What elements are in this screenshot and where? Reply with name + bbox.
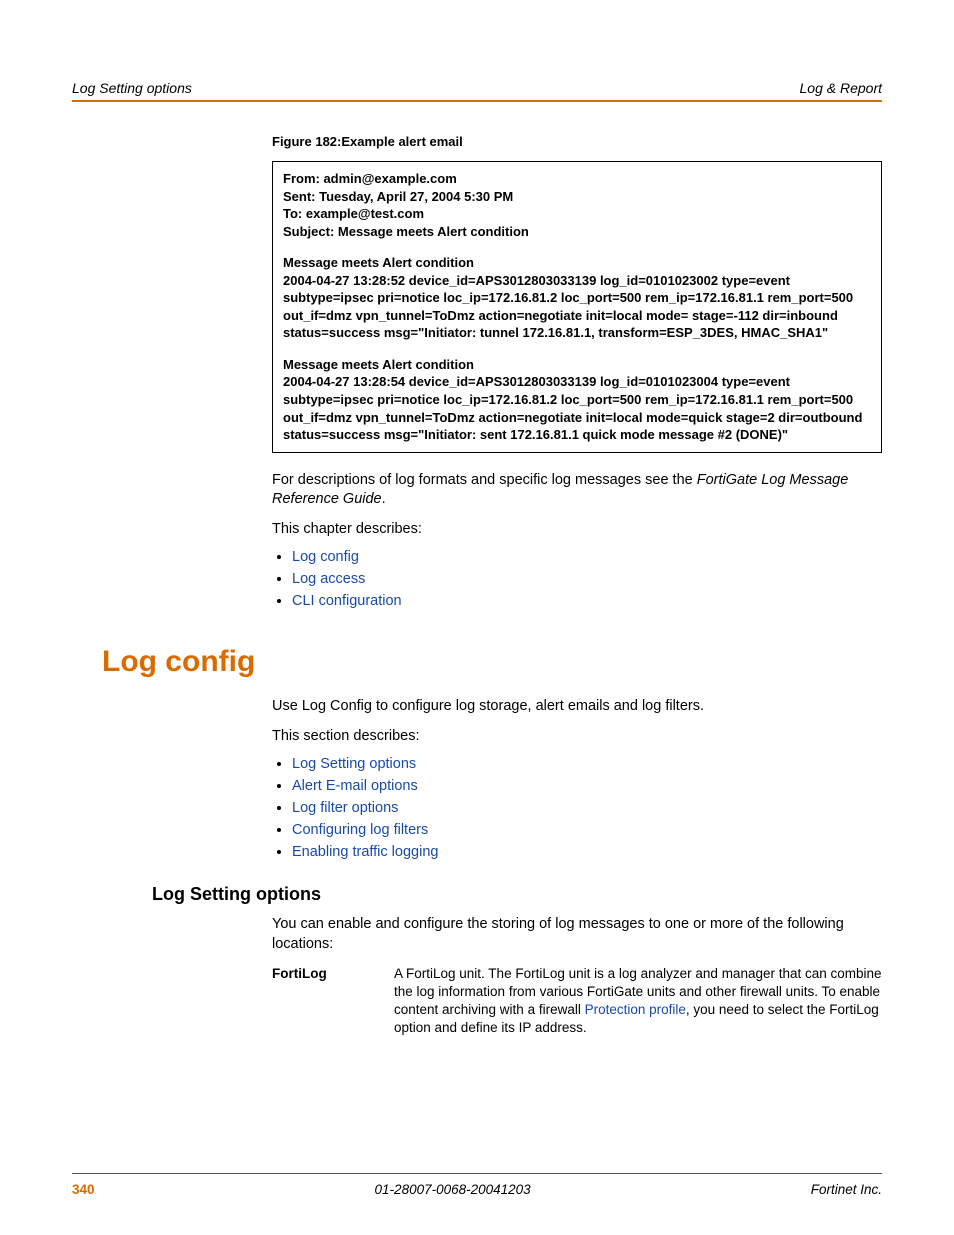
email-body-line: 2004-04-27 13:28:54 device_id=APS3012803…	[283, 373, 871, 443]
email-body-line: Message meets Alert condition	[283, 356, 871, 374]
main-content: Figure 182:Example alert email From: adm…	[272, 134, 882, 609]
list-item: Configuring log filters	[292, 822, 882, 838]
list-item: Log config	[292, 549, 882, 565]
list-item: Alert E-mail options	[292, 778, 882, 794]
link-log-access[interactable]: Log access	[292, 571, 365, 587]
list-item: Log filter options	[292, 800, 882, 816]
subsection-content: You can enable and configure the storing…	[272, 915, 882, 954]
email-sent: Sent: Tuesday, April 27, 2004 5:30 PM	[283, 188, 871, 206]
paragraph: This section describes:	[272, 727, 882, 747]
definition-row: FortiLog A FortiLog unit. The FortiLog u…	[272, 965, 882, 1038]
link-log-filter-options[interactable]: Log filter options	[292, 800, 398, 816]
running-header: Log Setting options Log & Report	[72, 80, 882, 102]
paragraph: This chapter describes:	[272, 520, 882, 540]
email-from: From: admin@example.com	[283, 170, 871, 188]
email-subject: Subject: Message meets Alert condition	[283, 223, 871, 241]
link-cli-configuration[interactable]: CLI configuration	[292, 593, 402, 609]
list-item: Log access	[292, 571, 882, 587]
email-to: To: example@test.com	[283, 205, 871, 223]
header-right: Log & Report	[800, 80, 883, 96]
subsection-heading-log-setting-options: Log Setting options	[152, 884, 882, 905]
link-list: Log Setting options Alert E-mail options…	[272, 756, 882, 860]
list-item: Log Setting options	[292, 756, 882, 772]
company-name: Fortinet Inc.	[811, 1182, 882, 1197]
section-content: Use Log Config to configure log storage,…	[272, 697, 882, 860]
section-heading-log-config: Log config	[102, 645, 882, 679]
email-body-line: 2004-04-27 13:28:52 device_id=APS3012803…	[283, 272, 871, 342]
definition-description: A FortiLog unit. The FortiLog unit is a …	[394, 965, 882, 1038]
list-item: Enabling traffic logging	[292, 844, 882, 860]
link-enabling-traffic-logging[interactable]: Enabling traffic logging	[292, 844, 438, 860]
paragraph: You can enable and configure the storing…	[272, 915, 882, 954]
email-body-line: Message meets Alert condition	[283, 254, 871, 272]
link-configuring-log-filters[interactable]: Configuring log filters	[292, 822, 428, 838]
paragraph: Use Log Config to configure log storage,…	[272, 697, 882, 717]
link-alert-email-options[interactable]: Alert E-mail options	[292, 778, 418, 794]
definition-term: FortiLog	[272, 965, 372, 1038]
link-list: Log config Log access CLI configuration	[272, 549, 882, 609]
page-number: 340	[72, 1182, 95, 1197]
link-protection-profile[interactable]: Protection profile	[585, 1002, 686, 1017]
header-left: Log Setting options	[72, 80, 192, 96]
page-footer: 340 01-28007-0068-20041203 Fortinet Inc.	[72, 1173, 882, 1197]
document-id: 01-28007-0068-20041203	[375, 1182, 531, 1197]
figure-caption: Figure 182:Example alert email	[272, 134, 882, 149]
link-log-config[interactable]: Log config	[292, 549, 359, 565]
list-item: CLI configuration	[292, 593, 882, 609]
example-email-box: From: admin@example.com Sent: Tuesday, A…	[272, 161, 882, 453]
link-log-setting-options[interactable]: Log Setting options	[292, 756, 416, 772]
paragraph: For descriptions of log formats and spec…	[272, 471, 882, 510]
document-page: Log Setting options Log & Report Figure …	[0, 0, 954, 1235]
